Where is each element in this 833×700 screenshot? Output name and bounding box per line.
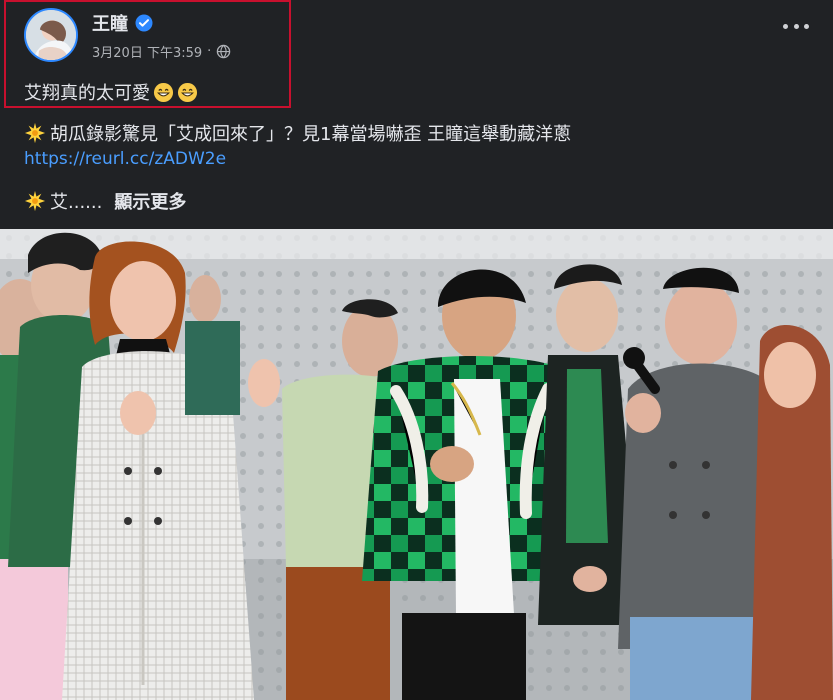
- link-row: https://reurl.cc/zADW2e: [24, 149, 226, 169]
- headline-row: 胡瓜錄影驚見「艾成回來了」？見1幕當場嚇歪 王瞳這舉動藏洋蔥: [24, 120, 571, 146]
- caption-text: 艾翔真的太可愛: [24, 83, 150, 104]
- grinning-face-icon: [177, 82, 198, 103]
- verified-badge-icon: [135, 14, 153, 32]
- author-row: 王瞳: [92, 10, 153, 36]
- caption: 艾翔真的太可愛: [24, 79, 198, 105]
- avatar[interactable]: [24, 8, 78, 62]
- globe-icon[interactable]: [216, 44, 231, 59]
- show-more-link[interactable]: 顯示更多: [114, 188, 186, 214]
- more-dot: [783, 23, 788, 29]
- excerpt-text: 艾......: [50, 192, 103, 213]
- more-options-icon[interactable]: [783, 18, 809, 34]
- headline-text: 胡瓜錄影驚見「艾成回來了」？見1幕當場嚇歪 王瞳這舉動藏洋蔥: [50, 124, 572, 145]
- meta-separator: ·: [207, 44, 212, 59]
- post-meta: 3月20日 下午3:59 ·: [92, 42, 231, 61]
- facebook-post: 王瞳 3月20日 下午3:59 · 艾翔真的太可愛 胡瓜錄影驚見「艾成回來了」？…: [0, 0, 833, 700]
- post-timestamp[interactable]: 3月20日 下午3:59: [92, 42, 202, 61]
- avatar-image: [26, 10, 76, 60]
- sparkle-sun-icon: [24, 122, 46, 144]
- more-dot: [804, 23, 809, 29]
- grinning-face-icon: [153, 82, 174, 103]
- post-photo[interactable]: [0, 229, 833, 700]
- more-dot: [793, 23, 799, 29]
- article-link[interactable]: https://reurl.cc/zADW2e: [24, 149, 226, 169]
- excerpt-row: 艾...... 顯示更多: [24, 188, 186, 214]
- photo-illustration: [0, 229, 833, 700]
- author-name[interactable]: 王瞳: [92, 10, 128, 36]
- sparkle-sun-icon: [24, 190, 46, 212]
